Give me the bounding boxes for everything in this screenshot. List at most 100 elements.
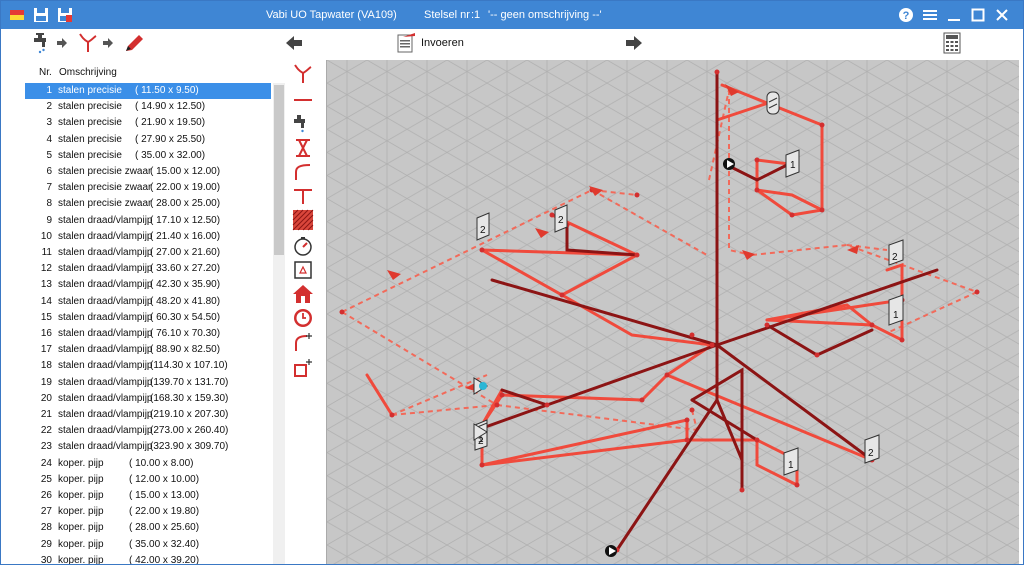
list-item[interactable]: 29 koper. pijp ( 35.00 x 32.40) [25,537,271,553]
list-scroll-thumb[interactable] [274,85,284,255]
branch-tool-icon[interactable] [290,63,316,85]
list-item[interactable]: 11 stalen draad/vlampijp( 27.00 x 21.60) [25,245,271,261]
pencil-icon[interactable] [121,31,147,55]
add-bend-tool-icon[interactable] [290,331,316,353]
list-item[interactable]: 15 stalen draad/vlampijp( 60.30 x 54.50) [25,310,271,326]
list-item-description: koper. pijp [58,506,104,518]
list-item-number: 8 [46,198,52,210]
list-item-number: 28 [40,522,52,534]
list-item-dimensions: ( 17.10 x 12.50) [150,214,221,226]
list-item-number: 11 [41,247,52,258]
list-item-dimensions: ( 11.50 x 9.50) [135,85,199,96]
bend-tool-icon[interactable] [290,161,316,183]
list-item[interactable]: 22 stalen draad/vlampijp (273.00 x 260.40) [25,423,271,439]
maximize-icon[interactable] [967,5,989,25]
list-item-number: 19 [40,376,52,388]
next-arrow-icon[interactable] [621,31,647,55]
tee-tool-icon[interactable] [290,185,316,207]
list-item-description: stalen draad/vlampijp [58,441,153,453]
invoeren-label[interactable]: Invoeren [421,37,464,49]
list-item[interactable]: 14 stalen draad/vlampijp( 48.20 x 41.80) [25,294,271,310]
list-item[interactable]: 17 stalen draad/vlampijp( 88.90 x 82.50) [25,342,271,358]
list-item[interactable]: 30 koper. pijp ( 42.00 x 39.20) [25,553,271,564]
list-item-number: 29 [40,538,52,550]
list-item-number: 3 [46,117,52,129]
list-item[interactable]: 3 stalen precisie ( 21.90 x 19.50) [25,115,271,131]
pipe-tool-icon[interactable] [290,89,316,111]
list-item[interactable]: 26 koper. pijp ( 15.00 x 13.00) [25,488,271,504]
header-nr: Nr. [39,67,52,78]
list-item[interactable]: 28 koper. pijp ( 28.00 x 25.60) [25,520,271,536]
list-item-description: stalen draad/vlampijp [58,328,153,339]
list-item-description: stalen precisie [58,117,122,129]
list-item-description: stalen precisie [58,85,122,96]
list-item[interactable]: 6 stalen precisie zwaar( 15.00 x 12.00) [25,164,271,180]
list-item-dimensions: (323.90 x 309.70) [150,441,229,453]
list-item-number: 23 [40,441,52,453]
list-item-number: 26 [40,490,52,501]
list-item[interactable]: 12 stalen draad/vlampijp( 33.60 x 27.20) [25,261,271,277]
list-item-description: stalen draad/vlampijp [58,376,153,388]
list-item-number: 7 [46,182,52,194]
list-item-number: 20 [40,392,52,404]
help-icon[interactable]: ? [895,5,917,25]
list-item[interactable]: 9 stalen draad/vlampijp( 17.10 x 12.50) [25,213,271,229]
list-item[interactable]: 23 stalen draad/vlampijp (323.90 x 309.70) [25,439,271,455]
list-item-description: stalen precisie zwaar [58,182,152,194]
list-item[interactable]: 10 stalen draad/vlampijp( 21.40 x 16.00) [25,229,271,245]
boiler-tool-icon[interactable] [290,259,316,281]
list-item[interactable]: 24 koper. pijp ( 10.00 x 8.00) [25,456,271,472]
list-item[interactable]: 19 stalen draad/vlampijp (139.70 x 131.70) [25,375,271,391]
list-item[interactable]: 2 stalen precisie ( 14.90 x 12.50) [25,99,271,115]
list-item[interactable]: 25 koper. pijp ( 12.00 x 10.00) [25,472,271,488]
list-item-description: stalen draad/vlampijp [58,392,153,404]
list-item-description: koper. pijp [58,522,104,534]
list-item[interactable]: 20 stalen draad/vlampijp (168.30 x 159.30) [25,391,271,407]
meter-tool-icon[interactable] [290,235,316,257]
header-omschrijving: Omschrijving [59,67,117,78]
list-item-dimensions: ( 28.00 x 25.00) [150,198,221,210]
list-item-number: 16 [40,328,52,339]
tap-tool-icon[interactable] [290,113,316,135]
list-item-number: 6 [46,166,52,177]
save-as-icon[interactable] [57,7,73,23]
list-item-number: 21 [40,409,52,420]
insulation-tool-icon[interactable] [290,209,316,231]
list-item-description: stalen draad/vlampijp [58,279,153,291]
app-title: Vabi UO Tapwater (VA109) [266,9,397,21]
list-item[interactable]: 1 stalen precisie ( 11.50 x 9.50) [25,83,271,99]
list-item[interactable]: 4 stalen precisie ( 27.90 x 25.50) [25,132,271,148]
save-icon[interactable] [33,7,49,23]
list-item-description: stalen draad/vlampijp [58,247,153,258]
valve-tool-icon[interactable] [290,137,316,159]
list-item-description: koper. pijp [58,457,104,469]
list-item[interactable]: 27 koper. pijp ( 22.00 x 19.80) [25,504,271,520]
list-item[interactable]: 5 stalen precisie ( 35.00 x 32.00) [25,148,271,164]
list-item-number: 15 [40,311,52,323]
clock-tool-icon[interactable] [290,307,316,329]
list-item-description: stalen precisie [58,101,122,113]
list-item-dimensions: ( 22.00 x 19.00) [150,182,221,194]
close-icon[interactable] [991,5,1013,25]
list-item[interactable]: 8 stalen precisie zwaar( 28.00 x 25.00) [25,196,271,212]
list-item[interactable]: 13 stalen draad/vlampijp( 42.30 x 35.90) [25,277,271,293]
menu-icon[interactable] [919,5,941,25]
list-item-dimensions: ( 21.40 x 16.00) [150,230,221,242]
list-item-description: stalen draad/vlampijp [58,344,153,356]
list-item[interactable]: 18 stalen draad/vlampijp (114.30 x 107.10) [25,358,271,374]
previous-arrow-icon[interactable] [281,31,307,55]
grid-background [327,60,1019,564]
isometric-drawing-canvas[interactable]: 1 1 1 2 2 2 2 2 1 [326,60,1019,564]
add-box-tool-icon[interactable] [290,357,316,379]
list-item[interactable]: 7 stalen precisie zwaar( 22.00 x 19.00) [25,180,271,196]
input-document-icon[interactable] [393,31,419,55]
calculator-icon[interactable] [939,31,965,55]
title-bar: Vabi UO Tapwater (VA109) Stelsel nr :1 '… [1,1,1023,29]
list-item-description: koper. pijp [58,538,104,550]
list-item[interactable]: 16 stalen draad/vlampijp( 76.10 x 70.30) [25,326,271,342]
house-tool-icon[interactable] [290,283,316,305]
minimize-icon[interactable] [943,5,965,25]
list-item-number: 1 [46,85,52,96]
list-item-description: stalen draad/vlampijp [58,214,153,226]
list-item[interactable]: 21 stalen draad/vlampijp (219.10 x 207.30) [25,407,271,423]
